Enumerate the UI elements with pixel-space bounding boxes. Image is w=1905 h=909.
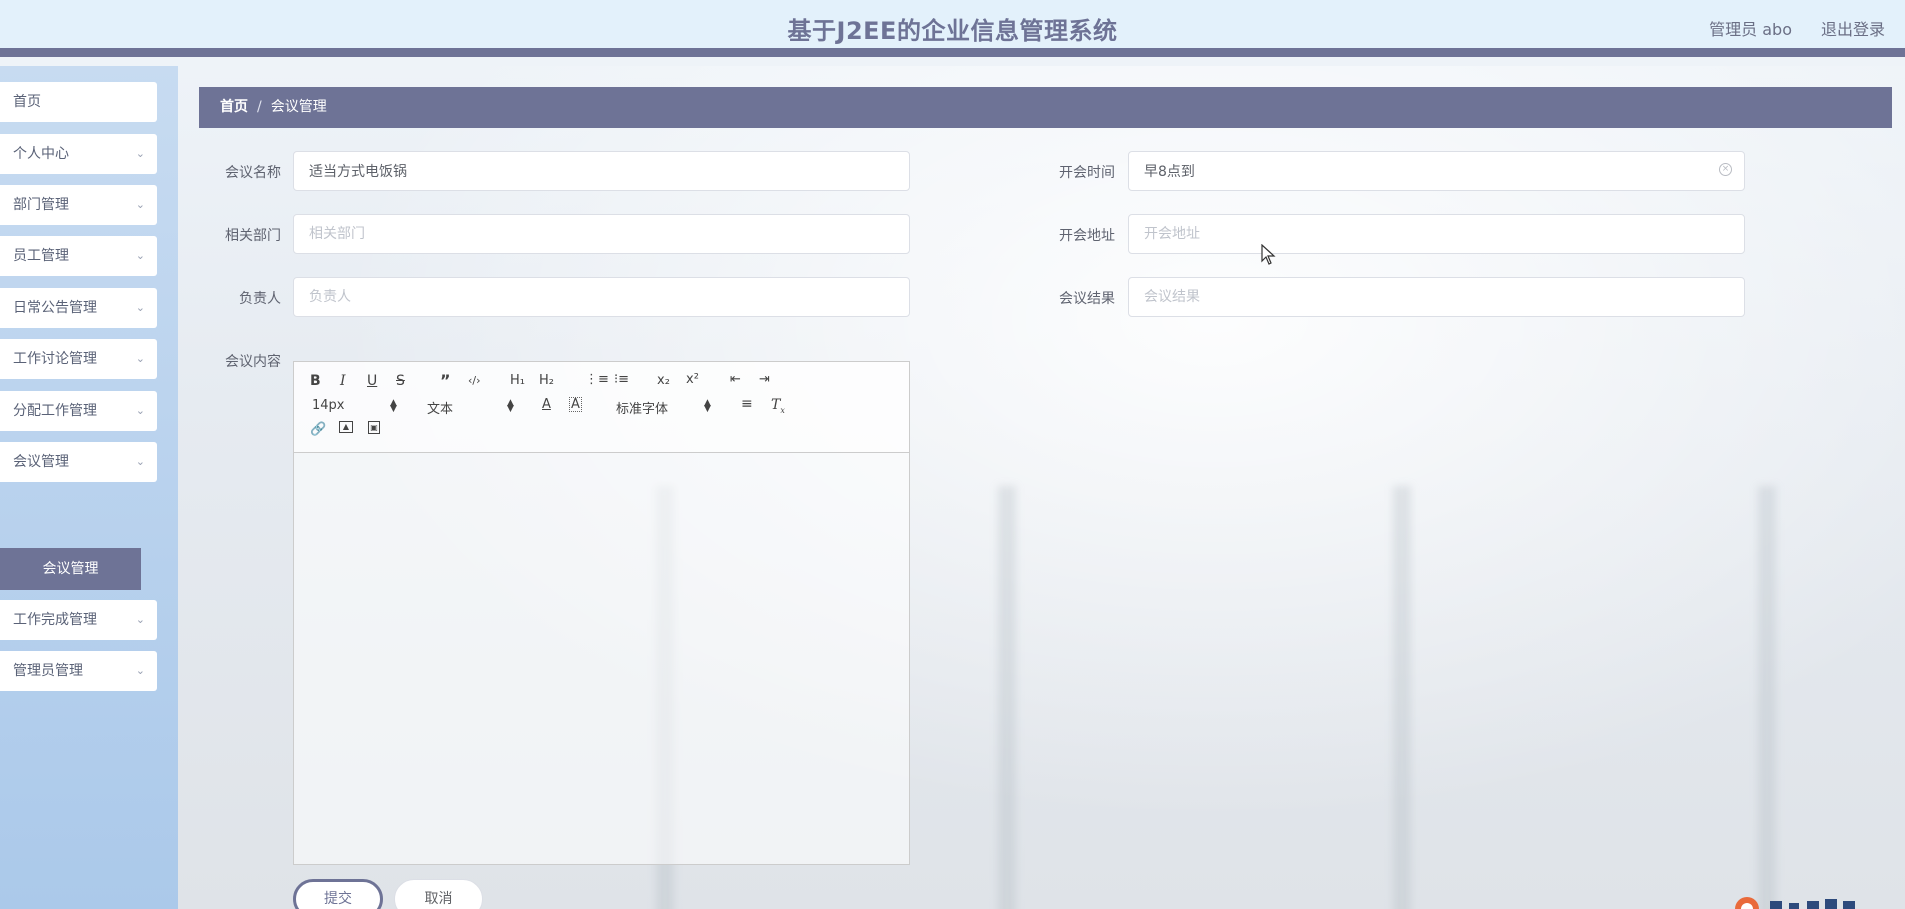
h1-icon[interactable]: H₁ [510,373,525,388]
font-size-picker[interactable]: 14px ▲ ▼ [312,398,402,414]
mouse-cursor-icon [1261,244,1276,265]
ordered-list-icon[interactable]: ⋮≡ [585,372,609,387]
background-decoration [1393,486,1411,909]
code-block-icon[interactable]: ‹/› [468,374,481,387]
sidebar-item-discussion[interactable]: 工作讨论管理 ⌄ [0,339,157,379]
sidebar: 首页 个人中心 ⌄ 部门管理 ⌄ 员工管理 ⌄ 日常公告管理 ⌄ 工作讨论管理 … [0,66,178,909]
sidebar-item-label: 日常公告管理 [13,300,97,316]
submit-button[interactable]: 提交 [293,879,383,909]
sidebar-item-label: 工作完成管理 [13,612,97,628]
meeting-name-input[interactable] [293,151,910,191]
sidebar-item-label: 管理员管理 [13,663,83,679]
sidebar-item-admin[interactable]: 管理员管理 ⌄ [0,651,157,691]
chevron-down-icon: ⌄ [135,352,145,365]
chevron-down-icon: ⌄ [135,404,145,417]
meeting-name-label: 会议名称 [225,165,281,181]
chevron-down-icon: ⌄ [135,198,145,211]
breadcrumb: 首页 / 会议管理 [199,87,1892,128]
sidebar-item-label: 个人中心 [13,146,69,162]
superscript-icon[interactable]: x² [686,372,699,387]
rich-text-editor: B I U S ” ‹/› H₁ H₂ ⋮≡ ⁝≡ x₂ x² ⇤ ⇥ 14px… [293,361,910,865]
background-color-icon[interactable]: A [569,397,582,412]
blockquote-icon[interactable]: ” [440,371,451,390]
h2-icon[interactable]: H₂ [539,373,554,388]
sidebar-item-label: 工作讨论管理 [13,351,97,367]
video-icon[interactable]: ▣ [368,421,380,434]
chevron-down-icon: ⌄ [135,301,145,314]
logout-link[interactable]: 退出登录 [1821,16,1885,40]
indent-icon[interactable]: ⇥ [759,372,770,387]
font-family-value: 标准字体 [616,402,669,417]
sidebar-item-notice[interactable]: 日常公告管理 ⌄ [0,288,157,328]
clear-icon[interactable]: × [1719,163,1732,176]
chevron-updown-icon: ▲ ▼ [390,398,397,414]
editor-toolbar: B I U S ” ‹/› H₁ H₂ ⋮≡ ⁝≡ x₂ x² ⇤ ⇥ 14px… [294,362,909,453]
sidebar-item-personal-center[interactable]: 个人中心 ⌄ [0,134,157,174]
app-title: 基于J2EE的企业信息管理系统 [787,17,1118,45]
sidebar-item-assign-work[interactable]: 分配工作管理 ⌄ [0,391,157,431]
start-time-label: 开会时间 [1059,165,1115,181]
text-color-icon[interactable]: A [542,397,551,412]
sidebar-item-department[interactable]: 部门管理 ⌄ [0,185,157,225]
outdent-icon[interactable]: ⇤ [730,372,741,387]
image-icon[interactable]: ▲ [339,421,353,433]
main-content: 首页 / 会议管理 会议名称 开会时间 × 相关部门 开会地址 负责人 会议结果 会… [178,66,1905,909]
sidebar-item-employee[interactable]: 员工管理 ⌄ [0,236,157,276]
editor-content-area[interactable] [294,453,909,864]
underline-icon[interactable]: U [367,373,377,389]
address-input[interactable] [1128,214,1745,254]
owner-label: 负责人 [239,291,281,307]
sidebar-item-label: 分配工作管理 [13,403,97,419]
chevron-updown-icon: ▲ ▼ [704,398,711,414]
chevron-down-icon: ⌄ [135,664,145,677]
result-label: 会议结果 [1059,291,1115,307]
sidebar-item-label: 首页 [13,94,41,110]
corner-logo-icon [1735,897,1855,909]
sidebar-item-label: 员工管理 [13,248,69,264]
content-label: 会议内容 [225,354,281,370]
strike-icon[interactable]: S [396,373,405,389]
text-type-picker[interactable]: 文本 ▲ ▼ [427,398,517,418]
start-time-input[interactable] [1128,151,1745,191]
chevron-updown-icon: ▲ ▼ [507,398,514,414]
chevron-down-icon: ⌄ [135,147,145,160]
owner-input[interactable] [293,277,910,317]
sidebar-item-label: 会议管理 [13,454,69,470]
link-icon[interactable]: 🔗 [310,422,326,437]
background-decoration [1758,486,1776,909]
breadcrumb-separator: / [257,99,262,115]
chevron-down-icon: ⌄ [135,249,145,262]
chevron-down-icon: ⌄ [135,455,145,468]
department-input[interactable] [293,214,910,254]
breadcrumb-current: 会议管理 [270,99,327,115]
address-label: 开会地址 [1059,228,1115,244]
text-type-value: 文本 [427,402,454,417]
background-decoration [998,486,1016,909]
department-label: 相关部门 [225,228,281,244]
current-user: 管理员 abo [1709,20,1792,39]
font-size-value: 14px [312,398,345,413]
align-icon[interactable]: ≡ [741,396,753,412]
sidebar-item-label: 部门管理 [13,197,69,213]
chevron-down-icon: ⌄ [135,613,145,626]
italic-icon[interactable]: I [340,373,346,389]
sidebar-item-work-complete[interactable]: 工作完成管理 ⌄ [0,600,157,640]
bullet-list-icon[interactable]: ⁝≡ [614,372,629,387]
sidebar-item-meeting[interactable]: 会议管理 ⌄ [0,442,157,482]
font-family-picker[interactable]: 标准字体 ▲ ▼ [616,398,716,418]
breadcrumb-home[interactable]: 首页 [220,99,248,115]
sidebar-subitem-meeting[interactable]: 会议管理 [0,548,141,590]
clear-format-icon[interactable]: Tx [771,397,785,415]
sidebar-item-home[interactable]: 首页 [0,82,157,122]
cancel-button[interactable]: 取消 [394,879,483,909]
subscript-icon[interactable]: x₂ [657,373,670,388]
result-input[interactable] [1128,277,1745,317]
bold-icon[interactable]: B [310,373,321,389]
top-header: 基于J2EE的企业信息管理系统 管理员 abo 退出登录 [0,0,1905,57]
